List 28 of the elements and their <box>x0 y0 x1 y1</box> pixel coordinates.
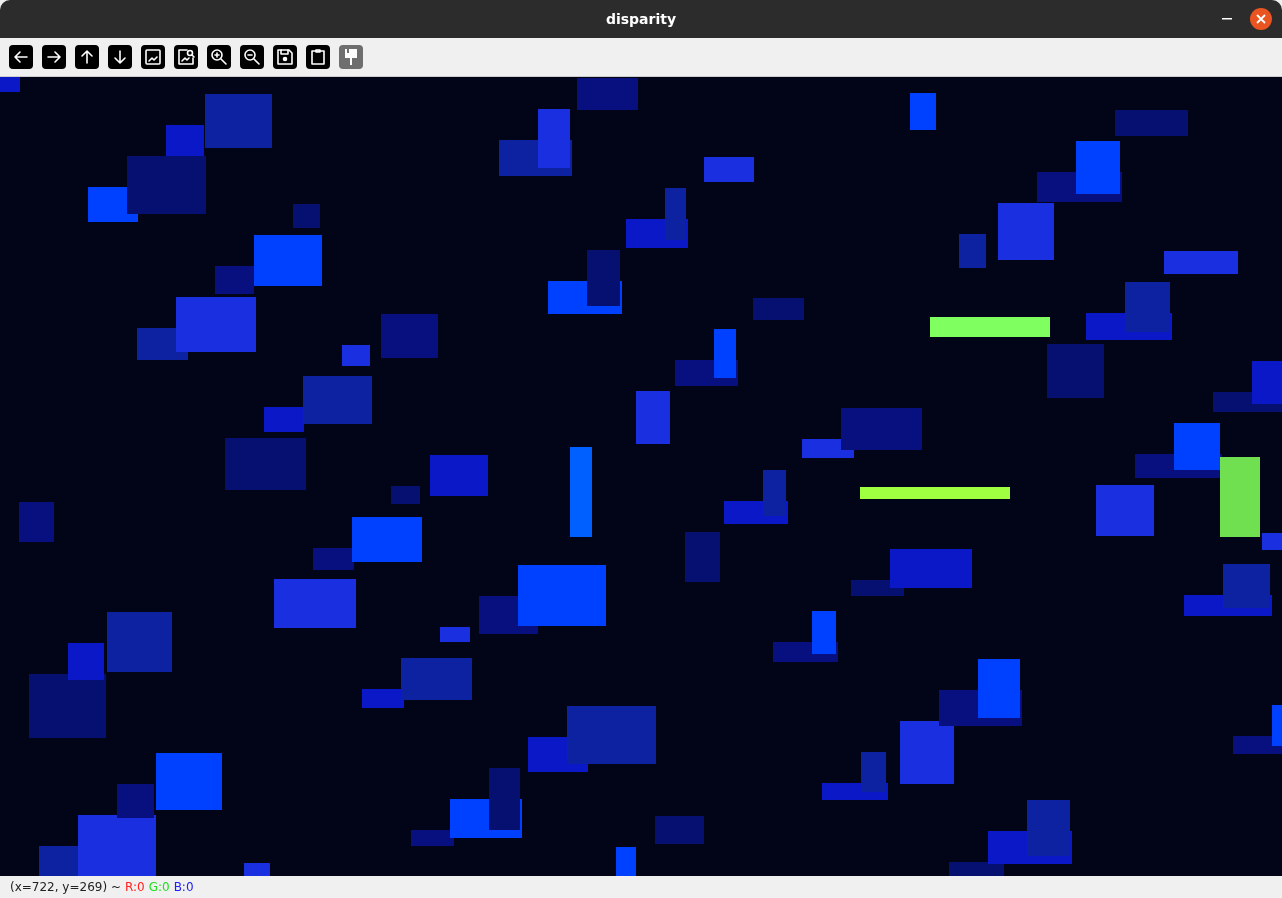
close-icon <box>1256 14 1266 24</box>
image-icon <box>145 49 161 65</box>
window-title: disparity <box>605 11 677 27</box>
pixel-value: G:0 <box>148 880 170 894</box>
zoom-out-button[interactable] <box>240 45 264 69</box>
right-arrow-button[interactable] <box>42 45 66 69</box>
clipboard-icon <box>311 49 325 65</box>
zoom-in-icon <box>211 49 227 65</box>
up-arrow-icon <box>81 50 93 64</box>
image-search-button[interactable] <box>174 45 198 69</box>
floppy-disk-button[interactable] <box>273 45 297 69</box>
left-arrow-button[interactable] <box>9 45 33 69</box>
pixel-value: B:0 <box>173 880 194 894</box>
up-arrow-button[interactable] <box>75 45 99 69</box>
zoom-in-button[interactable] <box>207 45 231 69</box>
right-arrow-icon <box>47 51 61 63</box>
clipboard-button[interactable] <box>306 45 330 69</box>
cursor-position: (x=722, y=269) ~ <box>10 880 121 894</box>
down-arrow-button[interactable] <box>108 45 132 69</box>
image-search-icon <box>178 49 195 65</box>
minimize-icon[interactable] <box>1222 18 1232 20</box>
down-arrow-icon <box>114 50 126 64</box>
close-button[interactable] <box>1250 8 1272 30</box>
zoom-out-icon <box>244 49 260 65</box>
pixel-value: R:0 <box>125 880 145 894</box>
brush-icon <box>345 49 357 65</box>
image-button[interactable] <box>141 45 165 69</box>
left-arrow-icon <box>14 51 28 63</box>
